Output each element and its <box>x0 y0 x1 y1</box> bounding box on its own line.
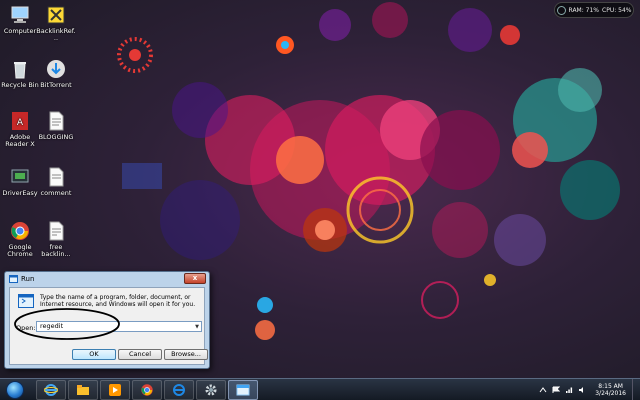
taskbar: 8:15 AM 3/24/2016 <box>0 378 640 400</box>
recycle-bin-icon <box>14 62 26 79</box>
chevron-up-icon[interactable] <box>539 386 547 394</box>
system-tray: 8:15 AM 3/24/2016 <box>539 379 626 400</box>
open-combobox[interactable]: regedit ▼ <box>36 321 202 332</box>
close-button[interactable]: x <box>184 273 206 284</box>
run-window-icon <box>236 384 250 395</box>
run-window-icon <box>9 275 18 283</box>
bittorrent-icon <box>47 60 65 78</box>
windows-explorer-icon <box>77 384 89 395</box>
cancel-button[interactable]: Cancel <box>118 349 162 360</box>
ok-button[interactable]: OK <box>72 349 116 360</box>
taskbar-run[interactable] <box>228 379 258 400</box>
desktop-icon-label: free backlin... <box>41 243 71 258</box>
desktop-icon-blogging[interactable]: BLOGGING <box>36 110 76 141</box>
internet-explorer-icon <box>44 383 58 396</box>
desktop-icon-backlinkref[interactable]: BacklinkRef... <box>36 4 76 42</box>
adobe-reader-icon: A <box>12 112 28 130</box>
show-desktop-button[interactable] <box>632 379 640 400</box>
media-player-icon <box>109 383 121 396</box>
drivereasy-icon <box>11 169 29 183</box>
desktop-icon-google-chrome[interactable]: Google Chrome <box>0 220 40 258</box>
desktop-icon-bittorrent[interactable]: BitTorrent <box>36 58 76 89</box>
desktop-icon-free-backlinks[interactable]: free backlin... <box>36 220 76 258</box>
google-chrome-icon <box>141 383 153 396</box>
run-dialog-body: Type the name of a program, folder, docu… <box>9 287 208 365</box>
cpu-usage: CPU: 54% <box>602 6 632 14</box>
google-chrome-icon <box>11 222 29 240</box>
taskbar-internet-explorer-2[interactable] <box>164 379 194 400</box>
desktop-icon-label: BacklinkRef... <box>36 27 76 42</box>
flag-icon[interactable] <box>552 386 561 394</box>
chevron-down-icon[interactable]: ▼ <box>195 323 199 332</box>
desktop-icon-label: BitTorrent <box>40 81 72 89</box>
desktop-icon-adobe-reader[interactable]: A Adobe Reader X <box>0 110 40 148</box>
settings-gear-icon <box>205 384 217 395</box>
run-program-icon <box>18 294 34 308</box>
clock-date: 3/24/2016 <box>595 390 626 397</box>
application-icon <box>47 6 65 24</box>
clock-time: 8:15 AM <box>598 383 623 390</box>
desktop-icon-label: BLOGGING <box>38 133 74 141</box>
open-input-value: regedit <box>40 322 64 330</box>
system-clock[interactable]: 8:15 AM 3/24/2016 <box>595 383 626 397</box>
desktop-icon-computer[interactable]: Computer <box>0 4 40 35</box>
run-dialog-title: Run <box>21 275 35 283</box>
taskbar-google-chrome[interactable] <box>132 379 162 400</box>
cpu-ram-meter-gadget[interactable]: RAM: 71% CPU: 54% <box>554 2 634 18</box>
open-label: Open: <box>16 324 36 332</box>
network-icon[interactable] <box>565 386 573 394</box>
run-dialog-description: Type the name of a program, folder, docu… <box>40 294 196 308</box>
taskbar-internet-explorer[interactable] <box>36 379 66 400</box>
taskbar-media-player[interactable] <box>100 379 130 400</box>
volume-icon[interactable] <box>578 386 586 394</box>
run-dialog: Run x Type the name of a program, folder… <box>4 271 210 369</box>
desktop-icon-drivereasy[interactable]: DriverEasy <box>0 166 40 197</box>
desktop-icon-label: Google Chrome <box>7 243 33 258</box>
desktop-icon-label: comment <box>40 189 72 197</box>
desktop-icon-label: Computer <box>3 27 37 35</box>
run-dialog-titlebar[interactable]: Run <box>5 272 209 286</box>
taskbar-windows-explorer[interactable] <box>68 379 98 400</box>
meter-dial-icon <box>556 5 566 15</box>
document-icon <box>49 221 64 241</box>
svg-text:A: A <box>17 118 24 128</box>
desktop-icon-recycle-bin[interactable]: Recycle Bin <box>0 58 40 89</box>
internet-explorer-icon <box>173 383 185 396</box>
desktop-icon-label: DriverEasy <box>2 189 38 197</box>
ram-usage: RAM: 71% <box>568 6 599 14</box>
computer-icon <box>11 6 29 23</box>
desktop-icon-label: Adobe Reader X <box>5 133 35 148</box>
document-icon <box>49 167 64 187</box>
desktop-icon-comment[interactable]: comment <box>36 166 76 197</box>
taskbar-settings[interactable] <box>196 379 226 400</box>
document-icon <box>49 111 64 131</box>
desktop-icon-label: Recycle Bin <box>1 81 39 89</box>
start-button[interactable] <box>6 380 24 399</box>
browse-button[interactable]: Browse... <box>164 349 208 360</box>
